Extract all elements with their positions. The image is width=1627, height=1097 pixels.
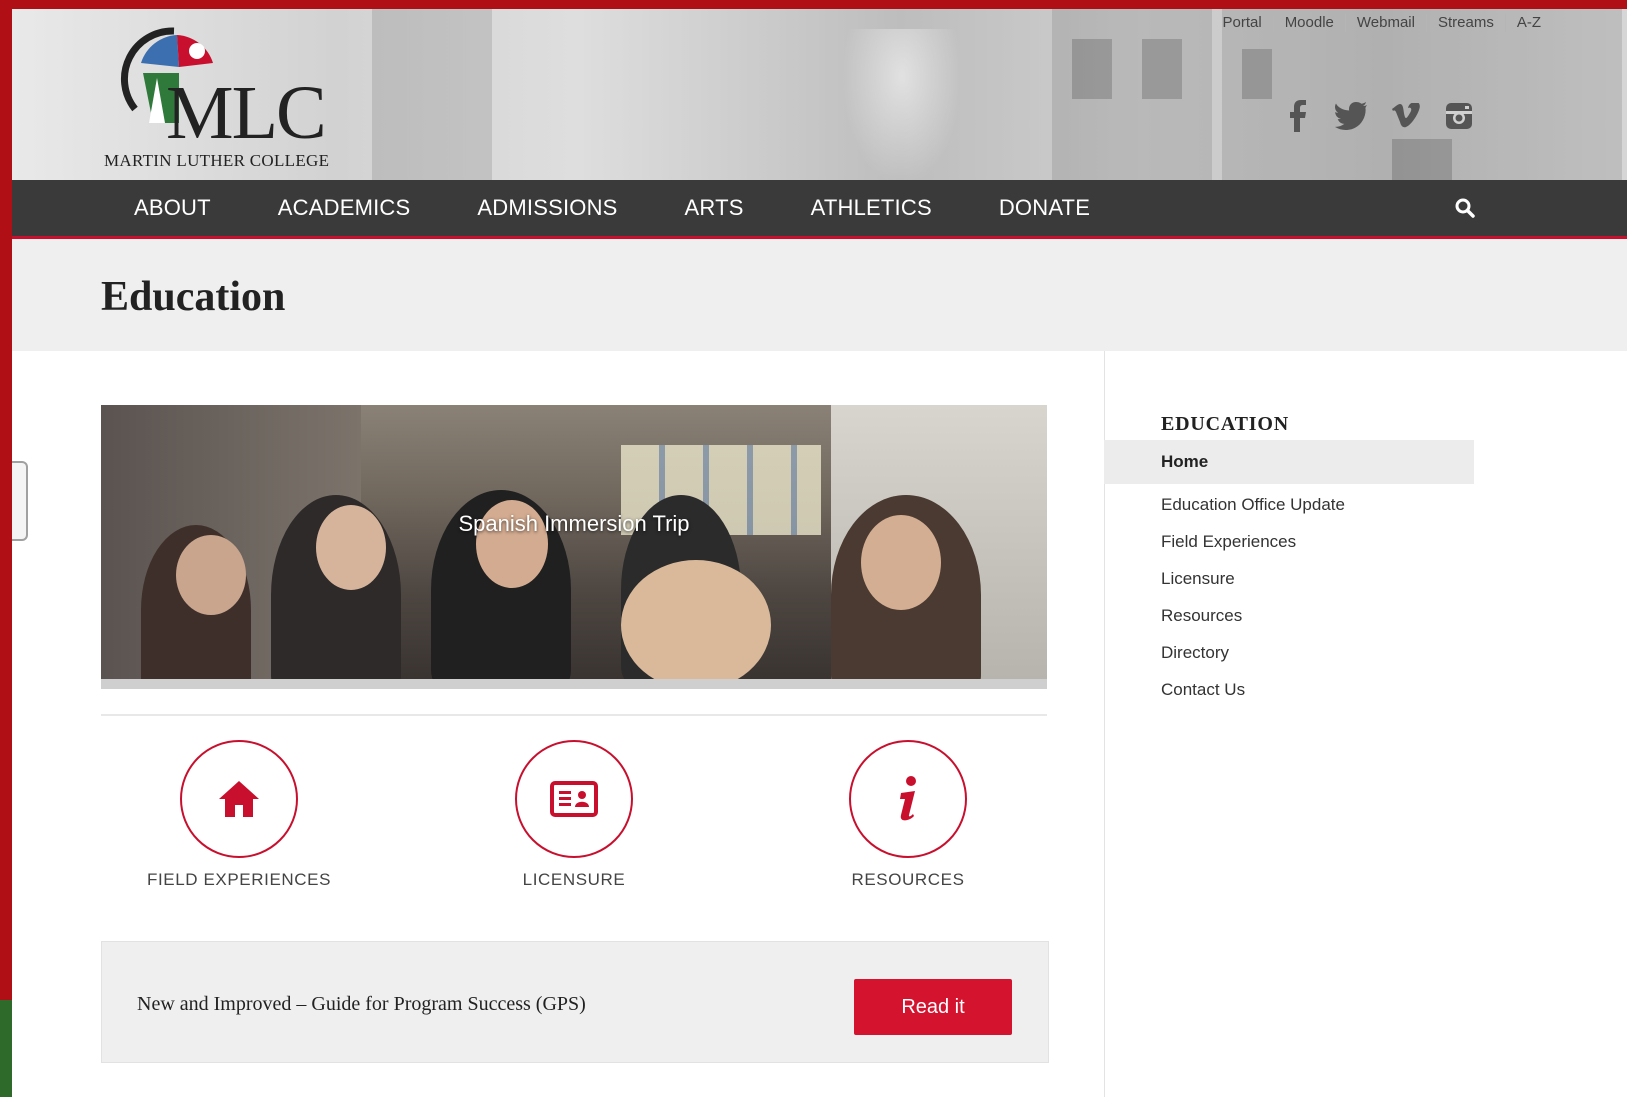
hero-caption: Spanish Immersion Trip <box>458 511 690 536</box>
search-icon[interactable] <box>1454 197 1476 219</box>
utility-links: Portal Moodle Webmail Streams A-Z <box>1212 14 1541 32</box>
logo-subtitle: MARTIN LUTHER COLLEGE <box>104 151 330 170</box>
section-divider <box>101 714 1047 716</box>
vimeo-icon[interactable] <box>1388 99 1422 133</box>
site-header: MLC MARTIN LUTHER COLLEGE Portal Moodle … <box>12 9 1627 187</box>
hero-pager-bar <box>101 679 1047 689</box>
mlc-logo[interactable]: MLC MARTIN LUTHER COLLEGE <box>104 23 364 173</box>
feature-resources[interactable]: RESOURCES <box>808 740 1008 890</box>
nav-item-arts[interactable]: ARTS <box>685 195 744 221</box>
nav-item-about[interactable]: ABOUT <box>134 195 211 221</box>
sidebar-item-field-experiences[interactable]: Field Experiences <box>1161 530 1345 567</box>
page-title-band: Education <box>12 239 1627 351</box>
sidebar-item-directory[interactable]: Directory <box>1161 641 1345 678</box>
util-link-a-z[interactable]: A-Z <box>1506 14 1541 32</box>
facebook-icon[interactable] <box>1280 99 1314 133</box>
nav-item-athletics[interactable]: ATHLETICS <box>811 195 932 221</box>
feature-label: FIELD EXPERIENCES <box>146 870 332 889</box>
statue-image <box>842 29 962 187</box>
twitter-icon[interactable] <box>1334 99 1368 133</box>
sidebar-item-resources[interactable]: Resources <box>1161 604 1345 641</box>
feature-field-experiences[interactable]: FIELD EXPERIENCES <box>139 740 339 890</box>
frame-corner <box>0 1000 12 1097</box>
gps-callout: New and Improved – Guide for Program Suc… <box>101 941 1049 1063</box>
home-icon <box>180 740 298 858</box>
sidebar-item-education-office-update[interactable]: Education Office Update <box>1161 493 1345 530</box>
info-icon <box>849 740 967 858</box>
page-title: Education <box>101 274 286 320</box>
util-link-webmail[interactable]: Webmail <box>1346 14 1427 32</box>
sidebar-item-licensure[interactable]: Licensure <box>1161 567 1345 604</box>
instagram-icon[interactable] <box>1442 99 1476 133</box>
page: MLC MARTIN LUTHER COLLEGE Portal Moodle … <box>12 9 1627 1097</box>
gps-text: New and Improved – Guide for Program Suc… <box>137 993 586 1015</box>
side-tab-handle[interactable] <box>12 461 28 541</box>
nav-item-donate[interactable]: DONATE <box>999 195 1090 221</box>
logo-wordmark: MLC <box>166 71 327 155</box>
feature-licensure[interactable]: LICENSURE <box>474 740 674 890</box>
sidebar-list: Education Office Update Field Experience… <box>1161 493 1345 715</box>
sidebar-item-home[interactable]: Home <box>1104 440 1474 484</box>
nav-item-admissions[interactable]: ADMISSIONS <box>477 195 617 221</box>
nav-item-academics[interactable]: ACADEMICS <box>278 195 411 221</box>
social-links <box>1280 99 1476 133</box>
id-card-icon <box>515 740 633 858</box>
feature-label: RESOURCES <box>851 870 965 889</box>
sidebar-item-contact-us[interactable]: Contact Us <box>1161 678 1345 715</box>
util-link-portal[interactable]: Portal <box>1212 14 1274 32</box>
read-it-button[interactable]: Read it <box>854 979 1012 1035</box>
sidebar-title: EDUCATION <box>1161 413 1289 435</box>
hero-slide[interactable]: Spanish Immersion Trip <box>101 405 1047 679</box>
main-nav: ABOUT ACADEMICS ADMISSIONS ARTS ATHLETIC… <box>12 180 1627 239</box>
util-link-streams[interactable]: Streams <box>1427 14 1506 32</box>
feature-label: LICENSURE <box>522 870 626 889</box>
sidebar-item-label: Home <box>1161 452 1209 471</box>
util-link-moodle[interactable]: Moodle <box>1274 14 1346 32</box>
